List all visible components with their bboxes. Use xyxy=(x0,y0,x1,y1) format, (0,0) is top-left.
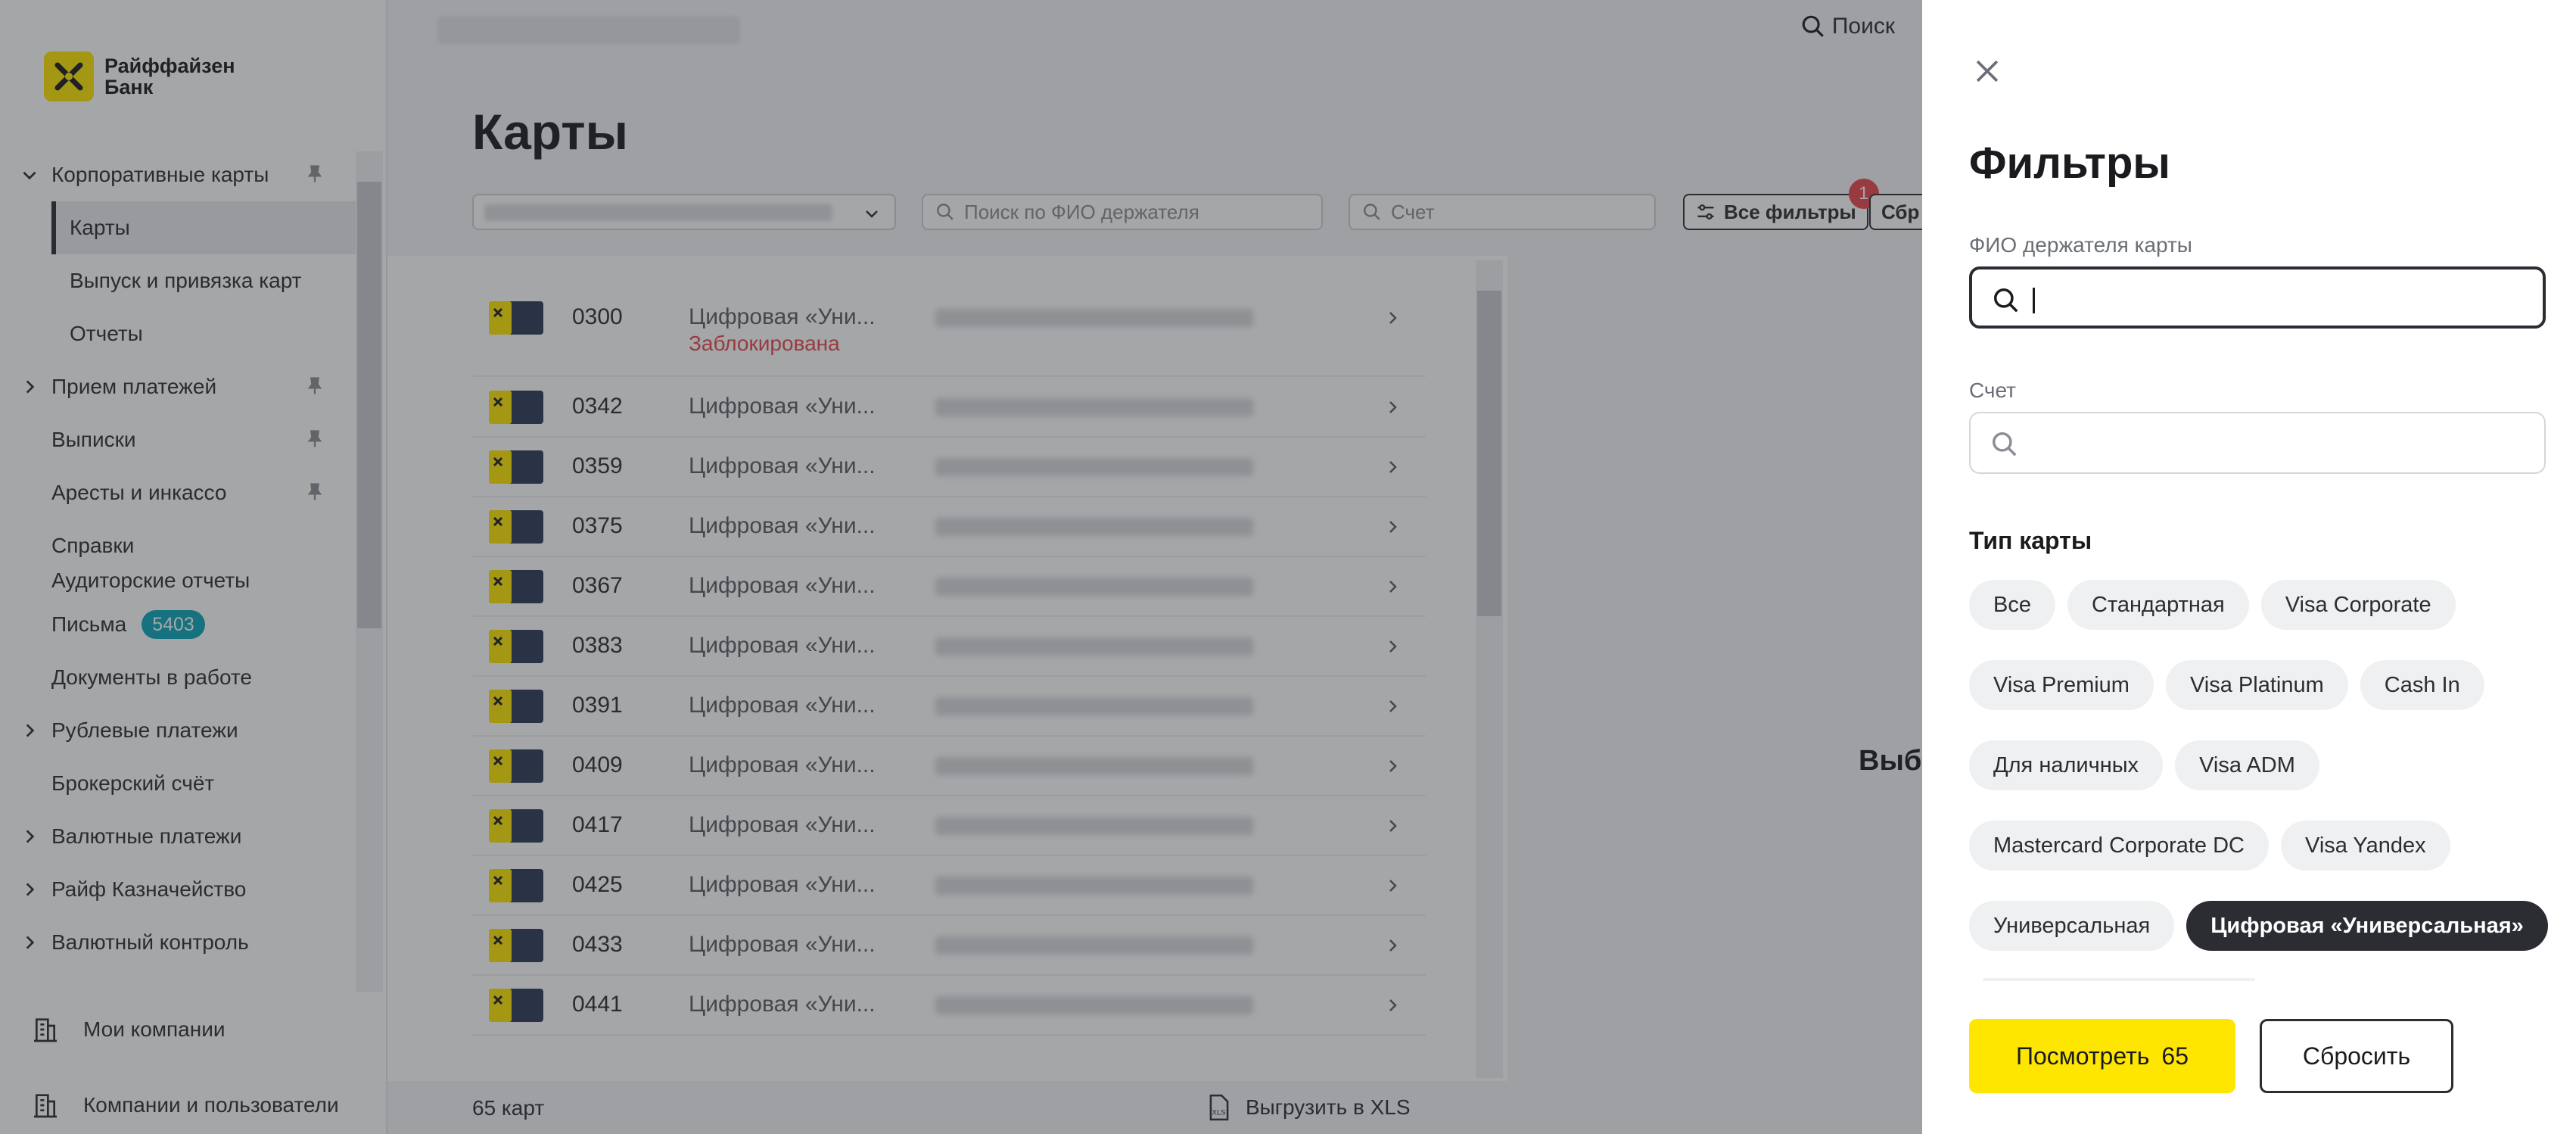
account-field-input[interactable] xyxy=(2031,424,2515,462)
view-results-count: 65 xyxy=(2161,1042,2189,1070)
close-icon[interactable] xyxy=(1971,55,2004,88)
scroll-hint-divider xyxy=(1983,978,2255,981)
filters-drawer: Фильтры ФИО держателя карты Счет Тип кар… xyxy=(1922,0,2576,1134)
chip-cash[interactable]: Для наличных xyxy=(1969,740,2164,790)
holder-field-input[interactable] xyxy=(2033,280,2517,318)
chip-standard[interactable]: Стандартная xyxy=(2067,580,2249,630)
chip-visa-yandex[interactable]: Visa Yandex xyxy=(2281,821,2450,871)
chip-visa-platinum[interactable]: Visa Platinum xyxy=(2165,660,2348,710)
text-caret xyxy=(2033,288,2035,313)
chip-digital-universal[interactable]: Цифровая «Универсальная» xyxy=(2186,901,2548,951)
search-icon xyxy=(1993,432,2017,456)
chip-row: Mastercard Corporate DC Visa Yandex xyxy=(1969,821,2450,871)
drawer-title: Фильтры xyxy=(1969,139,2170,188)
modal-overlay[interactable] xyxy=(0,0,1922,1134)
holder-field-label: ФИО держателя карты xyxy=(1969,233,2192,257)
account-field-label: Счет xyxy=(1969,379,2016,402)
chip-visa-premium[interactable]: Visa Premium xyxy=(1969,660,2154,710)
chip-row: Все Стандартная Visa Corporate xyxy=(1969,580,2456,630)
chip-row: Для наличных Visa ADM xyxy=(1969,740,2319,790)
reset-button[interactable]: Сбросить xyxy=(2260,1019,2453,1093)
view-results-button[interactable]: Посмотреть 65 xyxy=(1969,1019,2235,1093)
holder-field[interactable] xyxy=(1969,266,2546,329)
chip-all[interactable]: Все xyxy=(1969,580,2055,630)
search-icon xyxy=(1994,288,2018,313)
chip-row: Visa Premium Visa Platinum Cash In xyxy=(1969,660,2484,710)
chip-visa-adm[interactable]: Visa ADM xyxy=(2175,740,2319,790)
card-type-title: Тип карты xyxy=(1969,527,2092,554)
chip-cash-in[interactable]: Cash In xyxy=(2360,660,2484,710)
chip-universal[interactable]: Универсальная xyxy=(1969,901,2175,951)
chip-row: Универсальная Цифровая «Универсальная» xyxy=(1969,901,2548,951)
chip-mastercard-corporate-dc[interactable]: Mastercard Corporate DC xyxy=(1969,821,2269,871)
account-field[interactable] xyxy=(1969,412,2546,474)
view-results-label: Посмотреть xyxy=(2016,1042,2150,1070)
chip-visa-corporate[interactable]: Visa Corporate xyxy=(2260,580,2456,630)
